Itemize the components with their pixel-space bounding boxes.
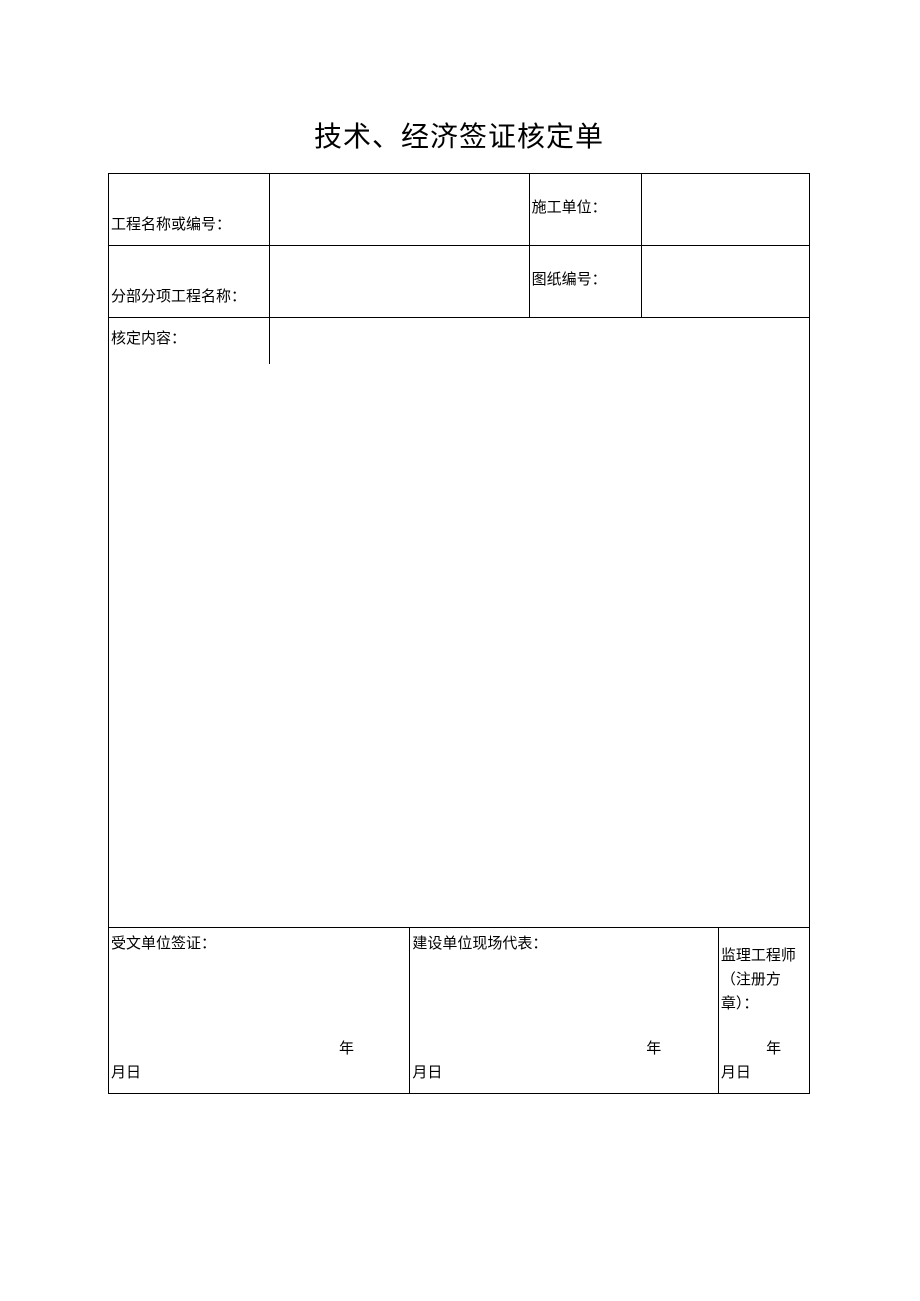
label-drawing-no: 图纸编号： xyxy=(529,246,641,318)
signature-owner-rep: 建设单位现场代表： 年 月日 xyxy=(410,928,718,1094)
signature-supervisor: 监理工程师（注册方章）： 年 月日 xyxy=(718,928,809,1094)
row-content-body xyxy=(109,364,810,928)
sig-recipient-label: 受文单位签证： xyxy=(111,932,407,956)
value-content-header xyxy=(270,318,810,364)
label-project-name: 工程名称或编号： xyxy=(109,174,270,246)
value-subproject xyxy=(270,246,529,318)
sig-supervisor-year: 年 xyxy=(721,1037,781,1061)
row-project: 工程名称或编号： 施工单位： xyxy=(109,174,810,246)
value-drawing-no xyxy=(641,246,809,318)
sig-supervisor-label: 监理工程师（注册方章）： xyxy=(721,944,807,1016)
value-project-name xyxy=(270,174,529,246)
sig-supervisor-monthday: 月日 xyxy=(721,1065,751,1081)
value-contractor xyxy=(641,174,809,246)
sig-recipient-monthday: 月日 xyxy=(111,1065,141,1081)
signature-recipient: 受文单位签证： 年 月日 xyxy=(109,928,410,1094)
sig-owner-label: 建设单位现场代表： xyxy=(412,932,715,956)
sig-owner-date: 年 月日 xyxy=(412,1037,715,1085)
sig-owner-year: 年 xyxy=(412,1037,661,1061)
row-subproject: 分部分项工程名称： 图纸编号： xyxy=(109,246,810,318)
sig-supervisor-date: 年 月日 xyxy=(721,1037,807,1085)
sig-owner-monthday: 月日 xyxy=(412,1065,442,1081)
row-signatures: 受文单位签证： 年 月日 建设单位现场代表： 年 月日 xyxy=(109,928,810,1094)
sig-recipient-year: 年 xyxy=(111,1037,354,1061)
content-body xyxy=(109,364,810,928)
form-title: 技术、经济签证核定单 xyxy=(108,115,810,155)
label-subproject: 分部分项工程名称： xyxy=(109,246,270,318)
form-table: 工程名称或编号： 施工单位： 分部分项工程名称： 图纸编号： 核定内容： 受文单… xyxy=(108,173,810,1094)
label-contractor: 施工单位： xyxy=(529,174,641,246)
label-content: 核定内容： xyxy=(109,318,270,364)
row-content-label: 核定内容： xyxy=(109,318,810,364)
sig-recipient-date: 年 月日 xyxy=(111,1037,407,1085)
page: 技术、经济签证核定单 工程名称或编号： 施工单位： 分部分项工程名称： 图纸编号… xyxy=(0,0,920,1094)
